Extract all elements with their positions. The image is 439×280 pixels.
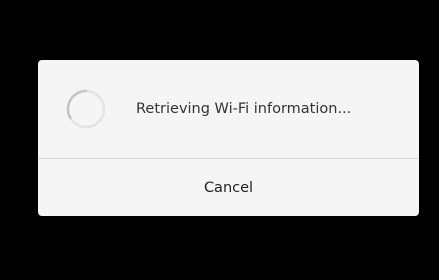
dialog-message: Retrieving Wi-Fi information... (136, 101, 352, 117)
loading-spinner-icon (63, 86, 109, 132)
cancel-button[interactable]: Cancel (38, 159, 419, 216)
screen-overlay: Retrieving Wi-Fi information... Cancel (0, 0, 439, 280)
progress-dialog: Retrieving Wi-Fi information... Cancel (38, 60, 419, 216)
dialog-body: Retrieving Wi-Fi information... (38, 60, 419, 158)
